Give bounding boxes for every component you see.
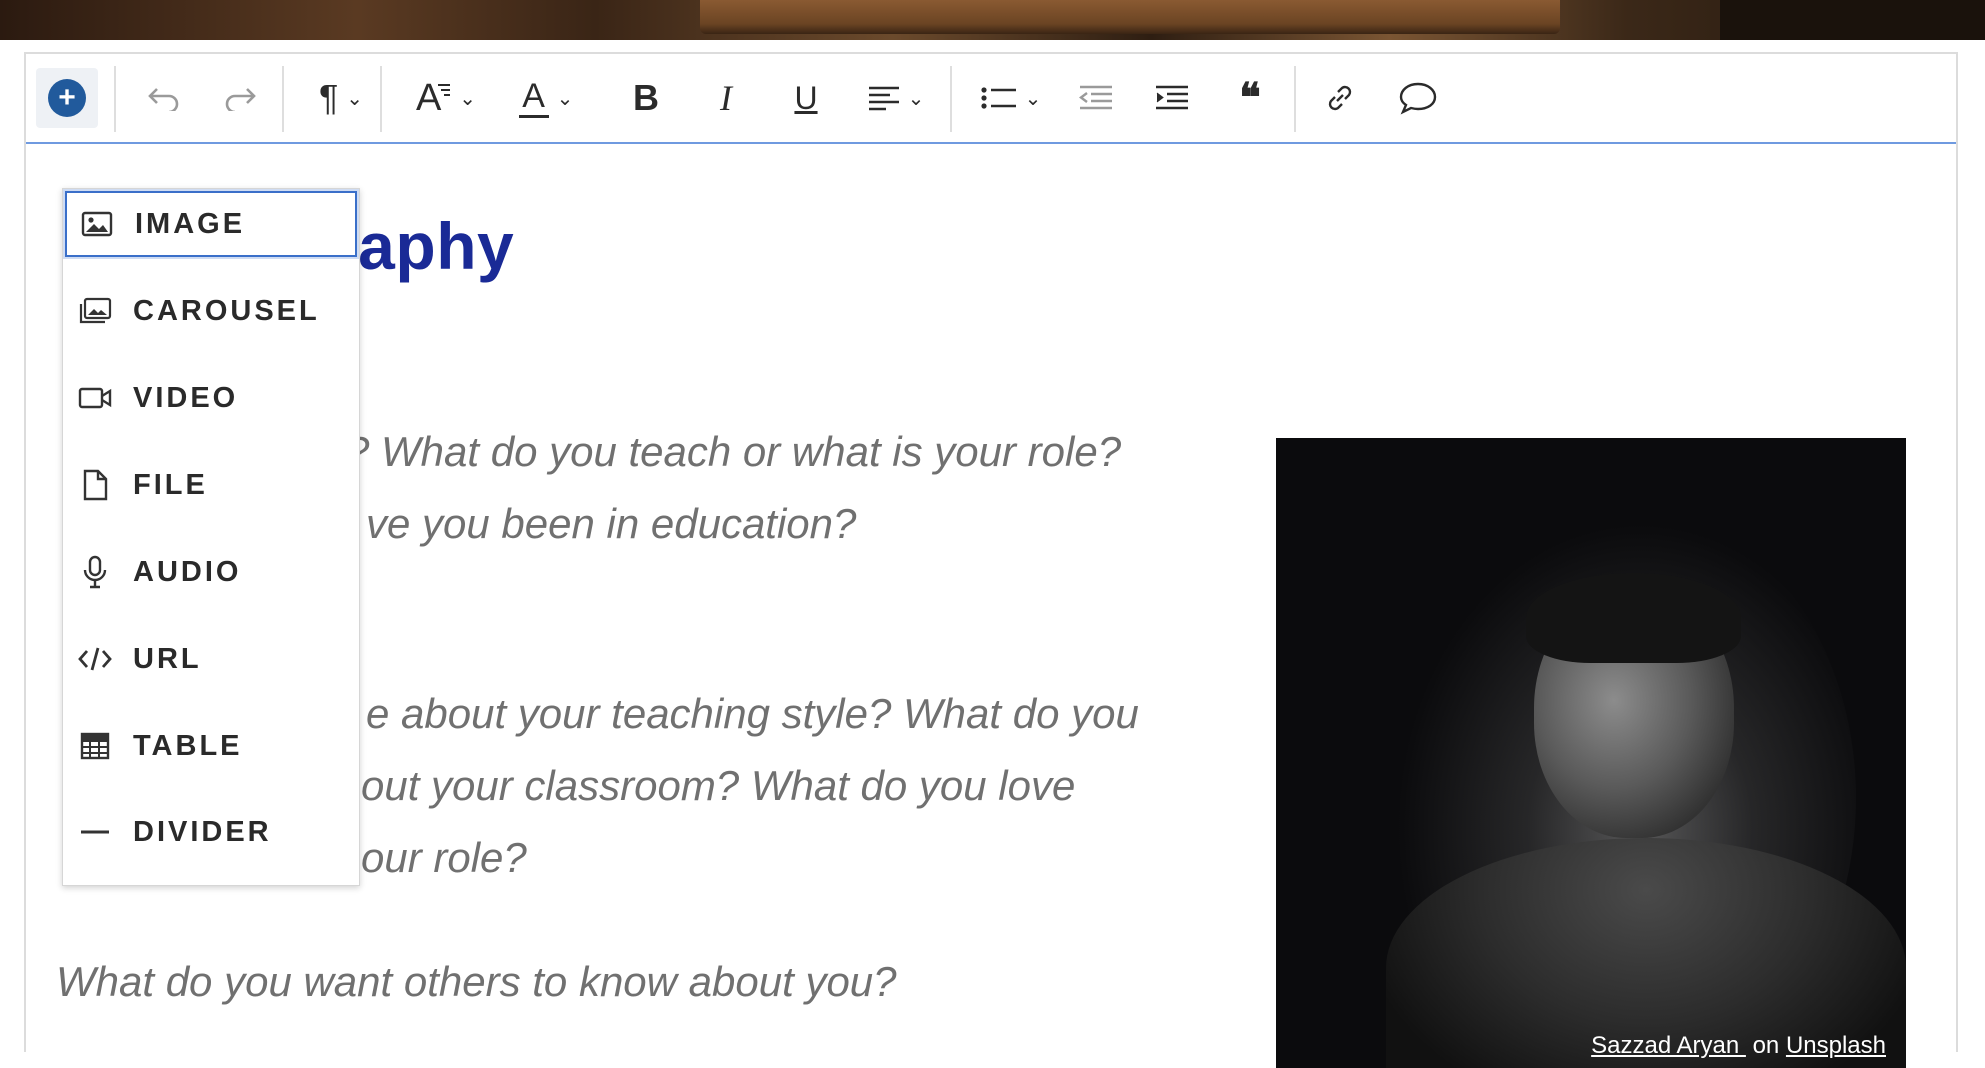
toolbar-divider bbox=[114, 66, 116, 132]
rich-text-editor: + ¶ ⌄ A ⌄ A ⌄ B I U ⌄ ⌄ ❝ raphy ? What d… bbox=[24, 52, 1958, 1068]
redo-icon bbox=[225, 88, 256, 111]
paragraph-about-you: What do you want others to know about yo… bbox=[56, 958, 897, 1005]
desk-graphic bbox=[700, 0, 1560, 34]
code-icon bbox=[77, 641, 113, 677]
comment-icon bbox=[1399, 82, 1437, 115]
divider-icon bbox=[77, 814, 113, 850]
image-hair bbox=[1526, 573, 1741, 663]
insert-button[interactable]: + bbox=[36, 68, 98, 128]
font-size-lines-icon bbox=[438, 84, 451, 96]
toolbar-divider bbox=[380, 66, 382, 132]
align-left-icon bbox=[868, 86, 899, 111]
toolbar-divider bbox=[1294, 66, 1296, 132]
menu-item-label: URL bbox=[133, 642, 202, 675]
indent-icon bbox=[1156, 85, 1188, 110]
link-button[interactable] bbox=[1310, 68, 1370, 128]
quote-icon: ❝ bbox=[1239, 76, 1261, 120]
menu-item-label: FILE bbox=[133, 468, 208, 501]
unsplash-link[interactable]: Unsplash bbox=[1786, 1032, 1886, 1059]
menu-item-label: CAROUSEL bbox=[133, 294, 320, 327]
undo-icon bbox=[148, 88, 179, 111]
insert-file-option[interactable]: FILE bbox=[65, 452, 357, 518]
font-color-dropdown[interactable]: A ⌄ bbox=[496, 68, 596, 128]
toolbar-divider bbox=[950, 66, 952, 132]
underline-button[interactable]: U bbox=[776, 68, 836, 128]
photo-credit: Sazzad Aryan on Unsplash bbox=[1591, 1032, 1886, 1060]
outdent-icon bbox=[1079, 85, 1112, 110]
insert-image-option[interactable]: IMAGE bbox=[65, 191, 357, 257]
microphone-icon bbox=[77, 554, 113, 590]
menu-item-label: TABLE bbox=[133, 729, 243, 762]
insert-table-option[interactable]: TABLE bbox=[65, 713, 357, 779]
bold-button[interactable]: B bbox=[616, 68, 676, 128]
menu-item-label: IMAGE bbox=[135, 207, 246, 240]
alignment-dropdown[interactable]: ⌄ bbox=[856, 68, 936, 128]
paragraph-icon: ¶ bbox=[318, 77, 339, 118]
font-color-icon: A bbox=[518, 79, 549, 118]
file-icon bbox=[77, 467, 113, 503]
menu-item-label: DIVIDER bbox=[133, 815, 272, 848]
font-size-dropdown[interactable]: A ⌄ bbox=[396, 68, 496, 128]
chevron-down-icon: ⌄ bbox=[346, 87, 364, 110]
header-background-image bbox=[0, 0, 1985, 40]
table-icon bbox=[77, 728, 113, 764]
chevron-down-icon: ⌄ bbox=[556, 87, 574, 110]
editor-toolbar: + ¶ ⌄ A ⌄ A ⌄ B I U ⌄ ⌄ ❝ bbox=[26, 54, 1956, 144]
menu-item-label: AUDIO bbox=[133, 555, 242, 588]
insert-carousel-option[interactable]: CAROUSEL bbox=[65, 278, 357, 344]
bullet-list-dropdown[interactable]: ⌄ bbox=[966, 68, 1056, 128]
redo-button[interactable] bbox=[210, 68, 270, 128]
bullet-list-icon bbox=[981, 87, 1016, 109]
chevron-down-icon: ⌄ bbox=[907, 87, 925, 110]
chevron-down-icon: ⌄ bbox=[1024, 87, 1042, 110]
insert-audio-option[interactable]: AUDIO bbox=[65, 539, 357, 605]
outdent-button[interactable] bbox=[1066, 68, 1126, 128]
link-icon bbox=[1328, 85, 1352, 111]
image-icon bbox=[79, 206, 115, 242]
photo-credit-separator: on bbox=[1745, 1032, 1786, 1059]
plus-icon: + bbox=[48, 79, 86, 117]
italic-icon: I bbox=[720, 78, 732, 118]
video-icon bbox=[77, 380, 113, 416]
toolbar-divider bbox=[282, 66, 284, 132]
blockquote-button[interactable]: ❝ bbox=[1220, 68, 1280, 128]
indent-button[interactable] bbox=[1142, 68, 1202, 128]
chair-graphic bbox=[1720, 0, 1985, 40]
insert-url-option[interactable]: URL bbox=[65, 626, 357, 692]
italic-button[interactable]: I bbox=[696, 68, 756, 128]
insert-video-option[interactable]: VIDEO bbox=[65, 365, 357, 431]
insert-divider-option[interactable]: DIVIDER bbox=[65, 799, 357, 865]
bold-icon: B bbox=[633, 77, 659, 118]
paragraph-style-dropdown[interactable]: ¶ ⌄ bbox=[296, 68, 386, 128]
insert-menu: IMAGE CAROUSEL VIDEO FILE AUDIO URL TABL… bbox=[62, 188, 360, 886]
underline-icon: U bbox=[794, 80, 818, 116]
undo-button[interactable] bbox=[134, 68, 194, 128]
photographer-link[interactable]: Sazzad Aryan bbox=[1591, 1032, 1746, 1059]
comment-button[interactable] bbox=[1388, 68, 1448, 128]
portrait-image[interactable]: Sazzad Aryan on Unsplash bbox=[1276, 438, 1906, 1068]
carousel-icon bbox=[77, 293, 113, 329]
chevron-down-icon: ⌄ bbox=[459, 87, 477, 110]
menu-item-label: VIDEO bbox=[133, 381, 239, 414]
